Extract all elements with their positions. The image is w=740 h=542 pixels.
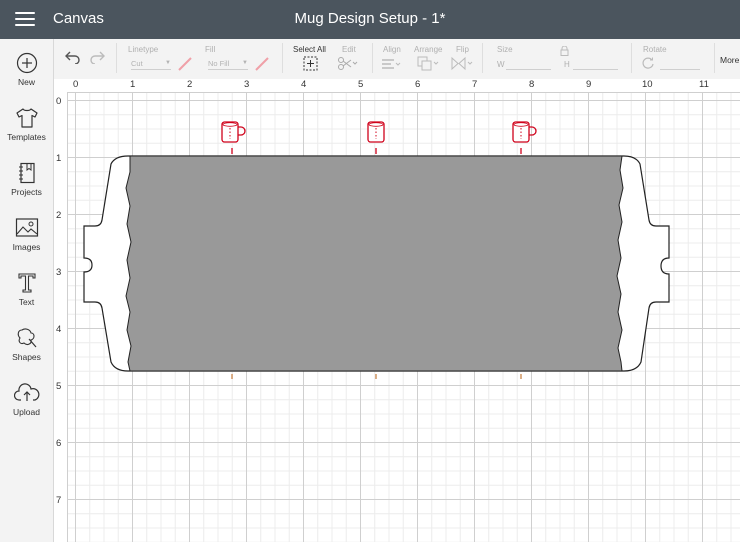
mug-icon [367,121,385,154]
canvas-objects [83,121,670,379]
mug-icon [512,121,537,154]
mug-design-area[interactable] [125,155,624,372]
mug-icon [221,121,246,154]
